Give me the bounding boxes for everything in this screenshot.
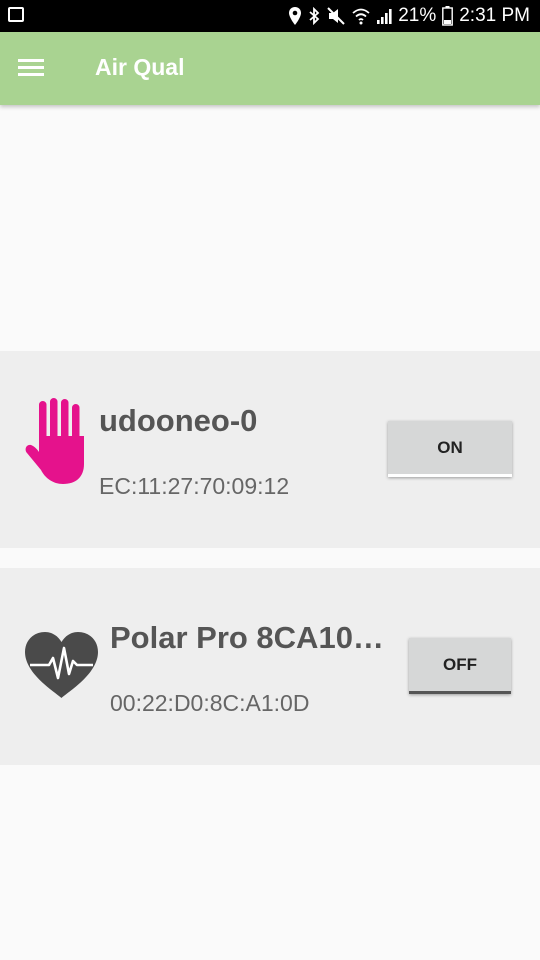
- signal-icon: [377, 9, 392, 24]
- battery-icon: [442, 6, 454, 26]
- status-bar: 21% 2:31 PM: [0, 0, 540, 32]
- toggle-on-button[interactable]: ON: [388, 421, 512, 477]
- location-icon: [289, 7, 302, 25]
- menu-icon[interactable]: [18, 59, 44, 79]
- device-mac-address: EC:11:27:70:09:12: [99, 473, 290, 499]
- mute-icon: [327, 7, 345, 25]
- gallery-icon: [8, 7, 24, 22]
- heart-rate-icon: [25, 632, 98, 698]
- status-icons: 21% 2:31 PM: [288, 0, 530, 32]
- toggle-off-button[interactable]: OFF: [409, 638, 511, 694]
- device-name: udooneo-0: [99, 403, 258, 438]
- hand-icon: [25, 398, 84, 484]
- app-toolbar: Air Qual: [0, 32, 540, 105]
- clock: 2:31 PM: [459, 5, 530, 26]
- device-card[interactable]: Polar Pro 8CA10… 00:22:D0:8C:A1:0D OFF: [0, 568, 540, 765]
- device-mac-address: 00:22:D0:8C:A1:0D: [110, 690, 310, 716]
- battery-percent: 21%: [398, 5, 437, 26]
- wifi-icon: [352, 8, 370, 25]
- device-card[interactable]: udooneo-0 EC:11:27:70:09:12 ON: [0, 351, 540, 548]
- device-name: Polar Pro 8CA10…: [110, 620, 384, 655]
- app-title: Air Qual: [95, 54, 185, 80]
- bluetooth-icon: [309, 7, 320, 25]
